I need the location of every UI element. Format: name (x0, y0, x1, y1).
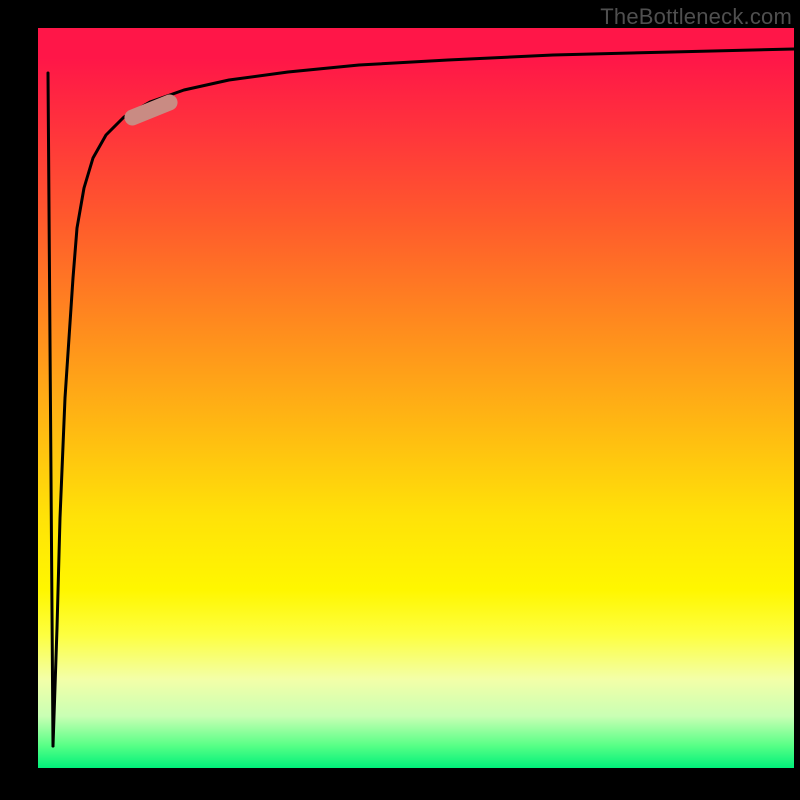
chart-frame: TheBottleneck.com (0, 0, 800, 800)
attribution-text: TheBottleneck.com (600, 4, 792, 30)
curve-descending-leg (48, 73, 53, 746)
bottleneck-curve (53, 49, 794, 746)
plot-area (38, 28, 794, 768)
curve-layer (38, 28, 794, 768)
curve-marker (122, 92, 180, 128)
